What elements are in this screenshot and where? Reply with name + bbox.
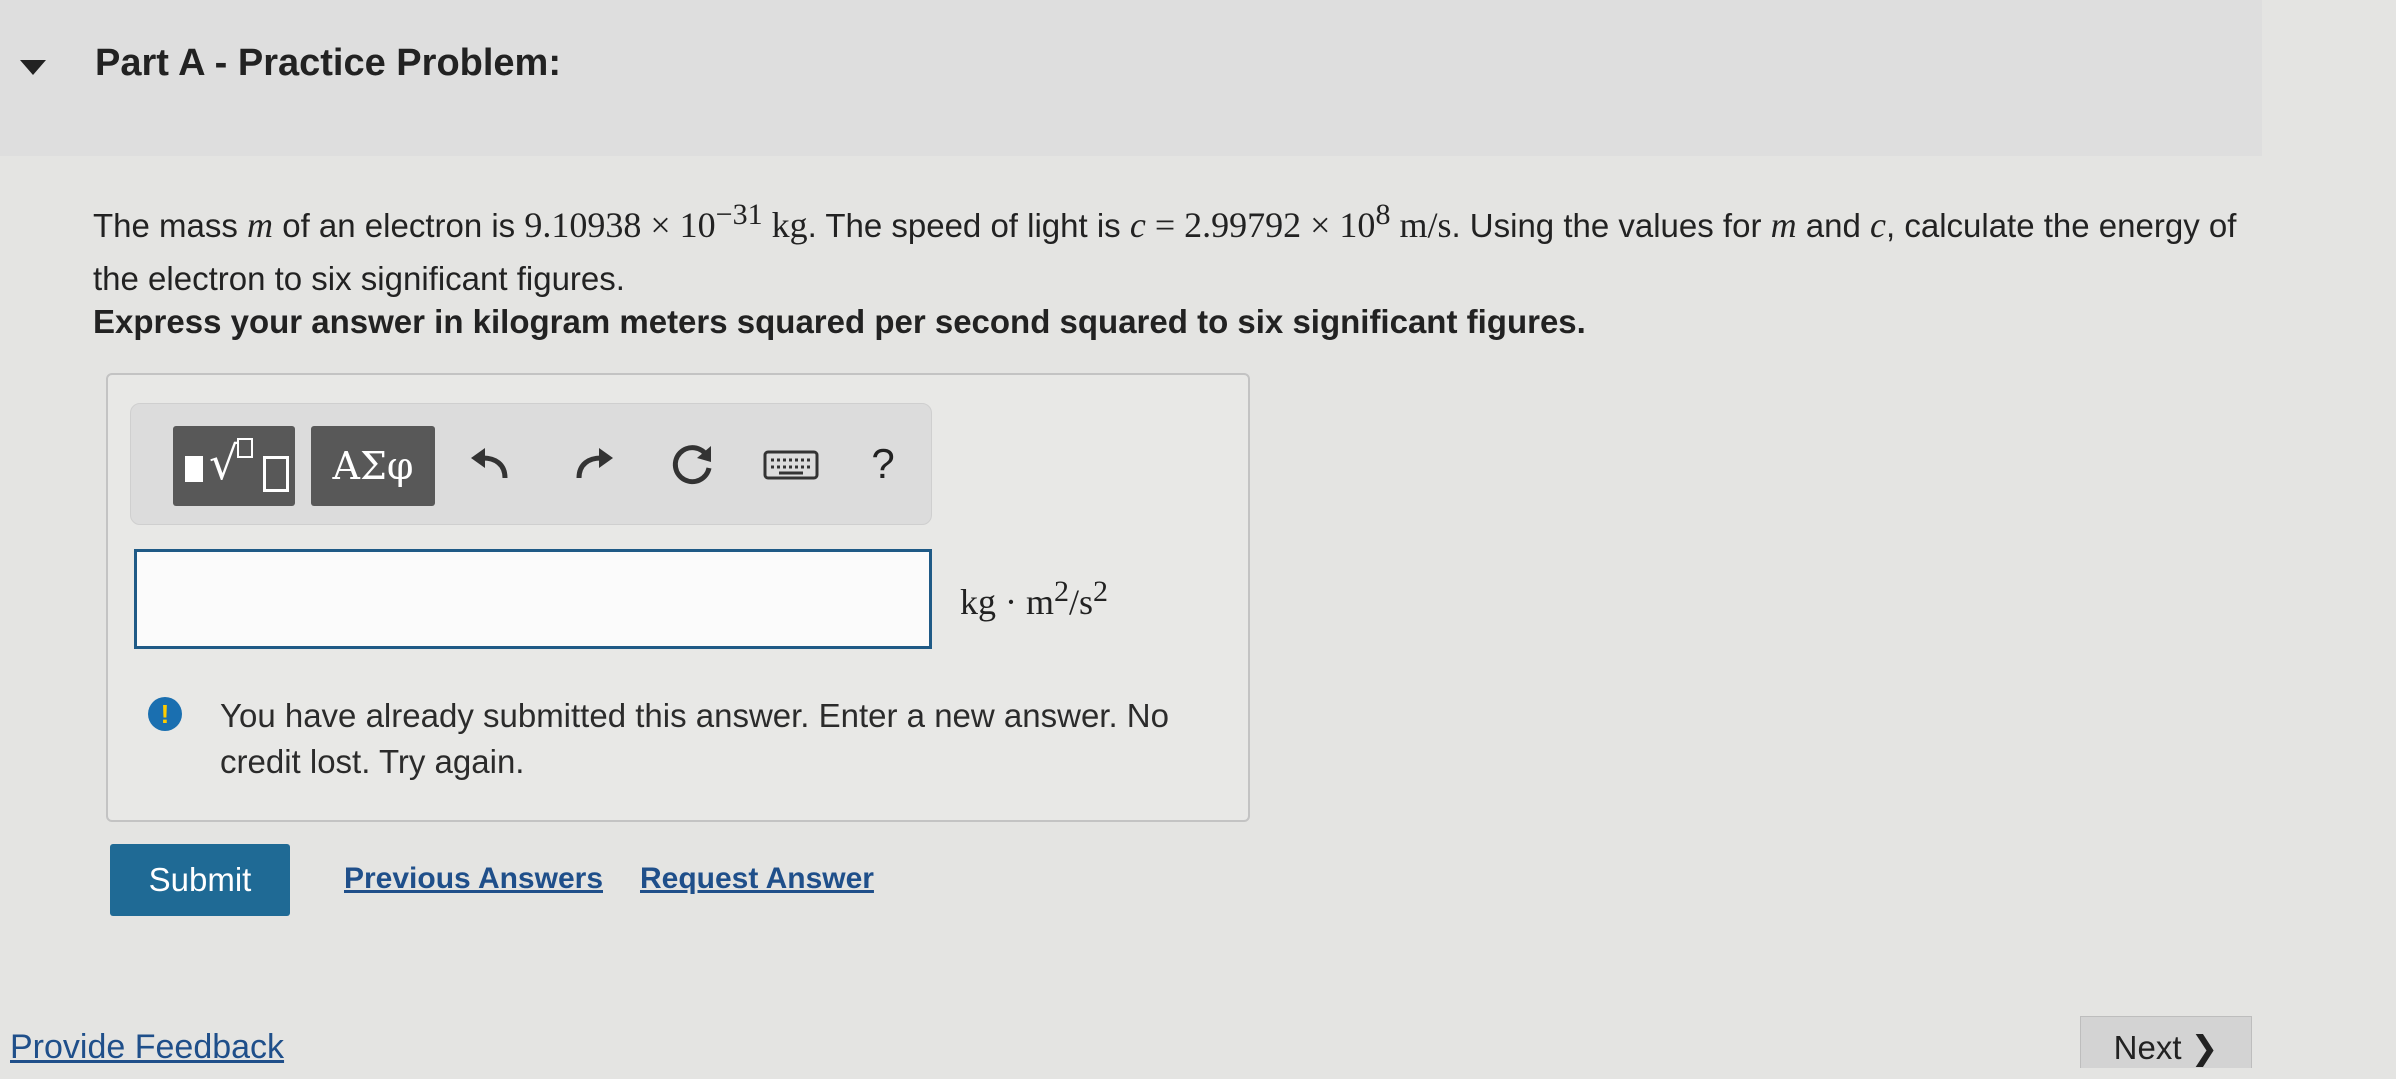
redo-icon[interactable] (563, 434, 623, 494)
previous-answers-link[interactable]: Previous Answers (344, 862, 603, 896)
radical-icon: √ (209, 436, 239, 490)
units-mid: /s (1069, 582, 1094, 622)
math-toolbar: √ ΑΣφ ? (130, 403, 932, 525)
request-answer-link[interactable]: Request Answer (640, 862, 874, 896)
c-exponent: 8 (1375, 198, 1391, 231)
c-value: = 2.99792 × 10 (1145, 205, 1376, 245)
template-block-icon (185, 456, 203, 482)
m-variable-2: m (1770, 205, 1797, 245)
radical-index-icon (237, 438, 253, 458)
reset-icon[interactable] (663, 434, 723, 494)
collapse-triangle-icon[interactable] (20, 60, 46, 75)
c-variable-2: c (1870, 205, 1886, 245)
submit-button[interactable]: Submit (110, 844, 290, 916)
keyboard-icon[interactable] (761, 434, 821, 494)
units-exp-1: 2 (1054, 575, 1069, 608)
problem-text-5: and (1796, 207, 1871, 244)
greek-symbols-button[interactable]: ΑΣφ (311, 426, 435, 506)
units-base: kg · m (960, 582, 1054, 622)
problem-text-2: of an electron is (273, 207, 525, 244)
problem-statement: The mass m of an electron is 9.10938 × 1… (93, 188, 2253, 305)
mass-unit: kg (762, 205, 808, 245)
c-variable: c (1129, 205, 1146, 245)
provide-feedback-link[interactable]: Provide Feedback (10, 1028, 284, 1067)
template-box-icon (263, 456, 289, 492)
part-header[interactable]: Part A - Practice Problem: (0, 0, 2262, 156)
answer-input[interactable] (134, 549, 932, 649)
undo-icon[interactable] (461, 434, 521, 494)
warning-icon: ! (148, 697, 182, 731)
templates-button[interactable]: √ (173, 426, 295, 506)
units-exp-2: 2 (1093, 575, 1109, 608)
problem-text-1: The mass (93, 207, 248, 244)
part-title: Part A - Practice Problem: (95, 42, 562, 84)
answer-instruction: Express your answer in kilogram meters s… (93, 303, 1586, 340)
mass-variable: m (247, 205, 274, 245)
problem-text-3: . The speed of light is (807, 207, 1130, 244)
mass-value: 9.10938 × 10 (524, 205, 716, 245)
next-button[interactable]: Next ❯ (2080, 1016, 2252, 1068)
warning-message: You have already submitted this answer. … (220, 697, 1169, 780)
c-unit: m/s (1390, 205, 1452, 245)
mass-exponent: −31 (715, 198, 763, 231)
help-button[interactable]: ? (853, 434, 913, 494)
problem-text-4: . Using the values for (1451, 207, 1771, 244)
answer-box: √ ΑΣφ ? kg · m2/s2 ! You have already su… (106, 373, 1250, 822)
answer-units: kg · m2/s2 (960, 575, 1108, 623)
